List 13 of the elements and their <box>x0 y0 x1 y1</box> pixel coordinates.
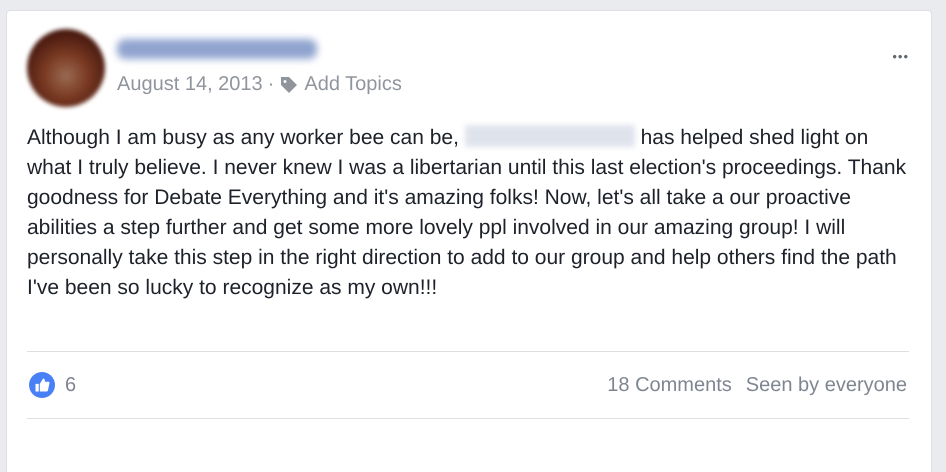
separator: · <box>268 73 274 96</box>
post-text: Although I am busy as any worker bee can be, has helped shed light on what I truly believe. I never knew I was a libertarian until this last election's proceedings. Thank goodness for Debate Everything and it's amazing folks! Now, let's all take a our proactive abilities a step further and get some more lovely ppl involved in our amazing group! I will personally take this step in the right direction to add to our group and help others find the path I've been so lucky to recognize as my own!!! <box>27 124 907 301</box>
comments-link[interactable]: 18 Comments <box>607 374 732 396</box>
blurred-name[interactable] <box>117 39 317 59</box>
like-icon <box>29 372 55 398</box>
post-date[interactable]: August 14, 2013 <box>117 73 263 96</box>
like-count[interactable]: 6 <box>65 374 76 396</box>
blurred-mention[interactable] <box>464 125 635 147</box>
avatar[interactable] <box>27 29 105 107</box>
more-options-button[interactable]: ••• <box>892 49 909 64</box>
seen-status: Seen by everyone <box>746 374 907 396</box>
tag-icon <box>279 74 300 94</box>
add-topics-link[interactable]: Add Topics <box>304 73 402 96</box>
